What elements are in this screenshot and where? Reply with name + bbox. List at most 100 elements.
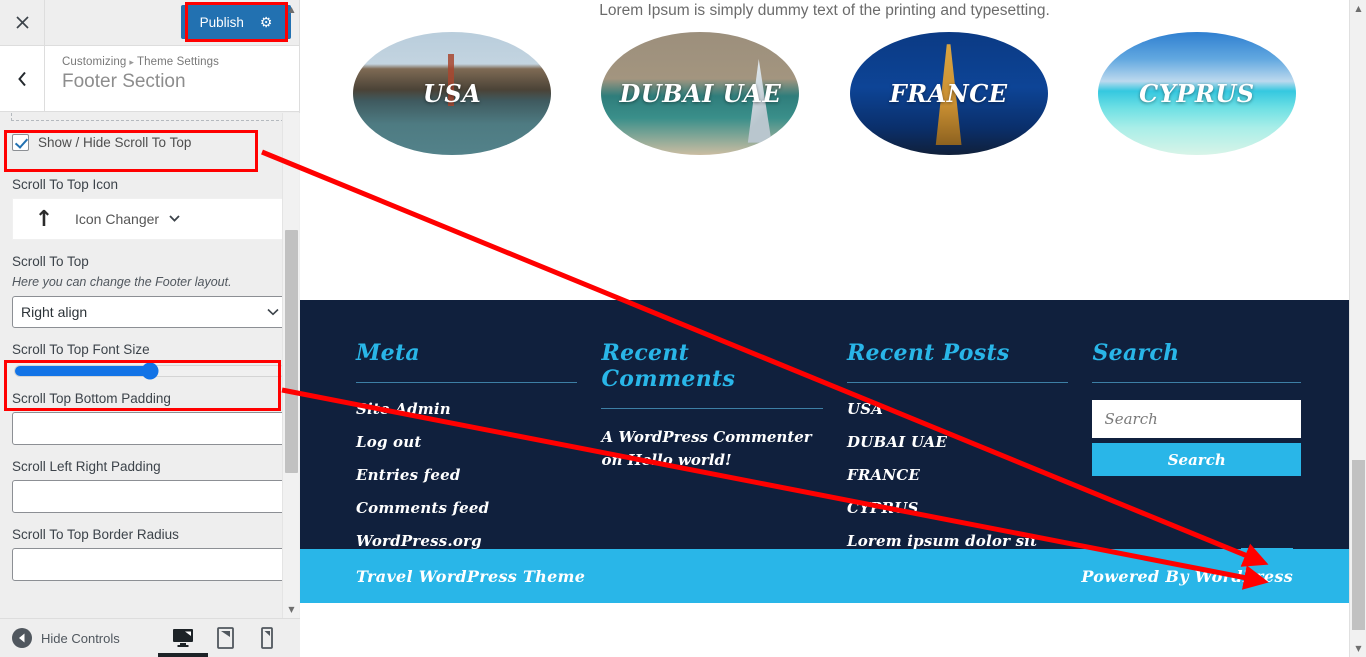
site-credit-left: Travel WordPress Theme <box>356 566 586 586</box>
breadcrumb-separator-icon: ▸ <box>129 57 134 67</box>
panel-dashed-divider <box>11 113 289 121</box>
destination-caption: USA <box>422 79 482 108</box>
list-item[interactable]: DUBAI UAE <box>847 433 1068 451</box>
scroll-up-arrow-icon[interactable]: ▲ <box>283 1 300 18</box>
scroll-to-top-alignment-control: Scroll To Top Here you can change the Fo… <box>0 254 300 328</box>
scroll-left-right-padding-control: Scroll Left Right Padding <box>0 459 300 513</box>
footer-widget-title: Recent Posts <box>846 340 1069 383</box>
customizer-screen: Publish ⚙ Customizing ▸ Theme Settings Foo… <box>0 0 1366 657</box>
site-preview: Lorem Ipsum is simply dummy text of the … <box>300 0 1349 657</box>
footer-widget-meta: Meta Site Admin Log out Entries feed Com… <box>356 340 578 583</box>
icon-changer-text: Icon Changer <box>75 211 180 227</box>
footer-widget-row: Meta Site Admin Log out Entries feed Com… <box>300 300 1349 583</box>
site-footer: Meta Site Admin Log out Entries feed Com… <box>300 300 1349 603</box>
list-item[interactable]: Site Admin <box>356 400 577 418</box>
footer-link-list: USA DUBAI UAE FRANCE CYPRUS Lorem ipsum … <box>847 400 1068 568</box>
list-item[interactable]: USA <box>847 400 1068 418</box>
site-credit-right[interactable]: Powered By WordPress <box>1081 567 1293 586</box>
footer-link-list: Site Admin Log out Entries feed Comments… <box>356 400 577 550</box>
destination-caption: DUBAI UAE <box>619 79 782 108</box>
destination-caption: CYPRUS <box>1139 79 1255 108</box>
footer-widget-title: Meta <box>356 340 578 383</box>
collapse-icon <box>12 628 32 648</box>
publish-button-label: Publish <box>199 14 244 30</box>
chevron-down-icon <box>169 214 180 225</box>
alignment-select-value: Right align <box>21 304 88 320</box>
footer-bottom-bar: Travel WordPress Theme Powered By WordPr… <box>300 549 1349 603</box>
device-tablet-button[interactable] <box>214 626 236 650</box>
footer-widget-recent-comments: Recent Comments A WordPress Commenter on… <box>601 340 823 583</box>
recent-comment-text: A WordPress Commenter on Hello world! <box>601 428 812 470</box>
customizer-title-bar: Customizing ▸ Theme Settings Footer Sectio… <box>0 46 299 112</box>
list-item[interactable]: FRANCE <box>847 466 1068 484</box>
destination-gallery: USA DUBAI UAE FRANCE CYPRUS <box>300 20 1349 155</box>
scroll-to-top-label: Scroll To Top <box>12 254 89 269</box>
font-size-slider-thumb[interactable] <box>141 362 159 380</box>
alignment-select[interactable]: Right align <box>12 296 288 328</box>
customizer-header: Publish ⚙ <box>0 0 299 46</box>
font-size-slider-fill <box>15 366 150 376</box>
publish-button[interactable]: Publish ⚙ <box>181 5 291 39</box>
font-size-slider[interactable] <box>14 362 286 380</box>
title-group: Customizing ▸ Theme Settings Footer Sectio… <box>45 46 219 111</box>
search-input[interactable] <box>1092 400 1302 438</box>
show-hide-scroll-to-top-checkbox[interactable] <box>12 134 29 151</box>
destination-card-france[interactable]: FRANCE <box>849 32 1048 155</box>
scroll-to-top-icon-label: Scroll To Top Icon <box>12 177 119 192</box>
show-hide-scroll-to-top-label: Show / Hide Scroll To Top <box>38 135 192 150</box>
device-mobile-button[interactable] <box>256 626 278 650</box>
hide-controls-label: Hide Controls <box>41 630 120 646</box>
scroll-down-arrow-icon[interactable]: ▼ <box>1350 640 1366 657</box>
scroll-top-bottom-padding-input[interactable] <box>12 412 288 445</box>
breadcrumb: Customizing ▸ Theme Settings <box>62 56 219 68</box>
breadcrumb-root[interactable]: Customizing <box>62 56 126 68</box>
device-desktop-button[interactable] <box>158 626 208 657</box>
destination-card-cyprus[interactable]: CYPRUS <box>1097 32 1296 155</box>
device-preview-group <box>158 626 300 657</box>
show-hide-scroll-to-top-control[interactable]: Show / Hide Scroll To Top <box>0 121 300 163</box>
gear-icon[interactable]: ⚙ <box>260 14 273 31</box>
arrow-up-icon: ↑ <box>34 206 54 232</box>
scroll-to-top-border-radius-control: Scroll To Top Border Radius <box>0 527 300 581</box>
destination-card-usa[interactable]: USA <box>353 32 552 155</box>
back-icon[interactable] <box>0 46 45 111</box>
hero-tagline: Lorem Ipsum is simply dummy text of the … <box>599 2 1050 19</box>
scroll-top-bottom-padding-label: Scroll Top Bottom Padding <box>12 391 171 406</box>
footer-widget-search: Search Search <box>1092 340 1302 583</box>
destination-card-dubai[interactable]: DUBAI UAE <box>601 32 800 155</box>
preview-scrollbar[interactable]: ▲ ▼ <box>1349 0 1366 657</box>
icon-changer-button[interactable]: ↑ Icon Changer <box>12 198 288 240</box>
list-item[interactable]: Log out <box>356 433 577 451</box>
hide-controls-button[interactable]: Hide Controls <box>0 628 120 648</box>
scroll-up-arrow-icon[interactable]: ▲ <box>1350 0 1366 17</box>
preview-scrollbar-thumb[interactable] <box>1352 460 1365 630</box>
search-button[interactable]: Search <box>1092 443 1302 476</box>
customizer-scrollbar[interactable]: ▲ ▼ <box>282 5 300 618</box>
scroll-left-right-padding-label: Scroll Left Right Padding <box>12 459 161 474</box>
scroll-to-top-font-size-control: Scroll To Top Font Size <box>0 342 300 380</box>
destination-caption: FRANCE <box>889 79 1008 108</box>
chevron-down-icon <box>267 306 279 319</box>
scroll-to-top-border-radius-input[interactable] <box>12 548 288 581</box>
page-title: Footer Section <box>62 71 186 92</box>
list-item[interactable]: Comments feed <box>356 499 577 517</box>
scroll-to-top-border-radius-label: Scroll To Top Border Radius <box>12 527 179 542</box>
icon-changer-label: Icon Changer <box>75 211 160 227</box>
footer-widget-title: Search <box>1092 340 1302 383</box>
close-icon[interactable] <box>0 0 45 45</box>
list-item[interactable]: WordPress.org <box>356 532 577 550</box>
list-item[interactable]: Entries feed <box>356 466 577 484</box>
footer-widget-recent-posts: Recent Posts USA DUBAI UAE FRANCE CYPRUS… <box>846 340 1069 583</box>
customizer-panel: Publish ⚙ Customizing ▸ Theme Settings Foo… <box>0 0 300 657</box>
scroll-left-right-padding-input[interactable] <box>12 480 288 513</box>
breadcrumb-current[interactable]: Theme Settings <box>137 56 219 68</box>
footer-widget-title: Recent Comments <box>601 340 823 409</box>
customizer-scrollbar-thumb[interactable] <box>285 230 298 473</box>
scroll-to-top-font-size-label: Scroll To Top Font Size <box>12 342 150 357</box>
scroll-top-bottom-padding-control: Scroll Top Bottom Padding <box>0 391 300 445</box>
scroll-to-top-help-text: Here you can change the Footer layout. <box>12 275 232 289</box>
list-item[interactable]: CYPRUS <box>847 499 1068 517</box>
scroll-down-arrow-icon[interactable]: ▼ <box>283 601 300 618</box>
customizer-controls: Show / Hide Scroll To Top Scroll To Top … <box>0 113 300 618</box>
customizer-footer-bar: Hide Controls <box>0 618 300 657</box>
